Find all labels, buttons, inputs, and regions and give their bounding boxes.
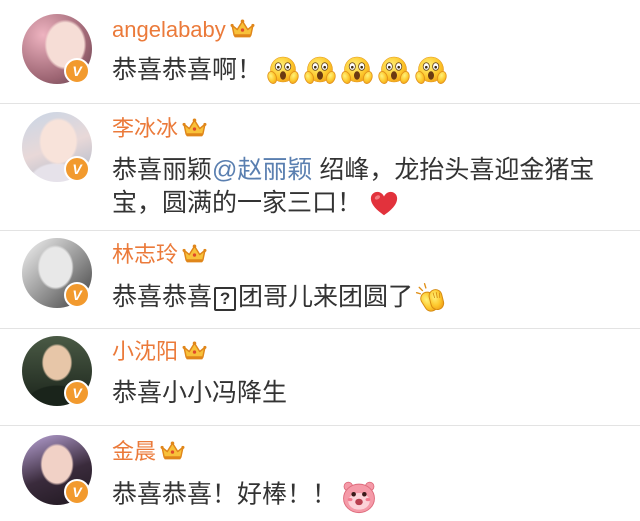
comment-text-line2: 宝，圆满的一家三口！ bbox=[112, 187, 399, 219]
username[interactable]: 金晨 bbox=[112, 439, 156, 464]
scream-face-icon bbox=[304, 55, 336, 87]
crown-icon bbox=[160, 440, 185, 461]
crown-icon bbox=[182, 117, 207, 138]
comment-item: V 林志玲 恭喜恭喜? 团哥儿来团圆了 bbox=[0, 231, 640, 329]
comment-text-body: 恭喜恭喜啊！ bbox=[112, 56, 263, 84]
comment-text: 恭喜恭喜啊！ bbox=[112, 54, 447, 87]
comment-item: V angelababy 恭喜恭喜啊！ bbox=[0, 0, 640, 104]
username-line[interactable]: angelababy bbox=[112, 16, 255, 44]
comment-text-body: 宝，圆满的一家三口！ bbox=[112, 189, 363, 217]
scream-face-icon bbox=[415, 55, 447, 87]
scream-face-icon bbox=[267, 55, 299, 87]
comment-text-before: 恭喜丽颖 bbox=[112, 156, 213, 184]
comment-text: 恭喜小小冯降生 bbox=[112, 377, 287, 409]
comment-text-after: 绍峰，龙抬头喜迎金猪宝 bbox=[312, 156, 595, 184]
crown-icon bbox=[182, 340, 207, 361]
scream-face-icon bbox=[341, 55, 373, 87]
crown-icon bbox=[230, 18, 255, 39]
comment-item: V 小沈阳 恭喜小小冯降生 bbox=[0, 329, 640, 426]
username-line[interactable]: 林志玲 bbox=[112, 241, 207, 269]
comment-item: V 金晨 恭喜恭喜！好棒！！ bbox=[0, 426, 640, 521]
username-line[interactable]: 金晨 bbox=[112, 438, 185, 466]
comment-text: 恭喜丽颖@赵丽颖 绍峰，龙抬头喜迎金猪宝 bbox=[112, 154, 594, 186]
comment-text: 恭喜恭喜！好棒！！ bbox=[112, 477, 378, 515]
clapping-hands-icon bbox=[415, 281, 449, 315]
red-heart-icon bbox=[369, 189, 399, 219]
verified-badge-icon: V bbox=[64, 380, 90, 406]
comment-text-before: 恭喜恭喜 bbox=[112, 283, 213, 311]
crown-icon bbox=[182, 243, 207, 264]
mention-link[interactable]: @赵丽颖 bbox=[212, 156, 312, 184]
verified-badge-icon: V bbox=[64, 58, 90, 84]
missing-glyph-box: ? bbox=[214, 287, 237, 311]
comment-text: 恭喜恭喜? 团哥儿来团圆了 bbox=[112, 281, 449, 315]
comment-text-body: 恭喜小小冯降生 bbox=[112, 379, 288, 407]
verified-badge-icon: V bbox=[64, 479, 90, 505]
scream-face-icon bbox=[378, 55, 410, 87]
username[interactable]: 林志玲 bbox=[112, 242, 178, 267]
verified-badge-icon: V bbox=[64, 156, 90, 182]
username-line[interactable]: 李冰冰 bbox=[112, 115, 207, 143]
verified-badge-icon: V bbox=[64, 282, 90, 308]
pink-creature-icon bbox=[340, 477, 378, 515]
comment-item: V 李冰冰 恭喜丽颖@赵丽颖 绍峰，龙抬头喜迎金猪宝 宝，圆满的一家三口！ bbox=[0, 104, 640, 231]
username[interactable]: angelababy bbox=[112, 17, 226, 42]
comment-text-body: 恭喜恭喜！好棒！！ bbox=[112, 480, 338, 509]
username[interactable]: 李冰冰 bbox=[112, 116, 178, 141]
username[interactable]: 小沈阳 bbox=[112, 339, 178, 364]
username-line[interactable]: 小沈阳 bbox=[112, 338, 207, 366]
comment-text-after: 团哥儿来团圆了 bbox=[238, 283, 414, 311]
